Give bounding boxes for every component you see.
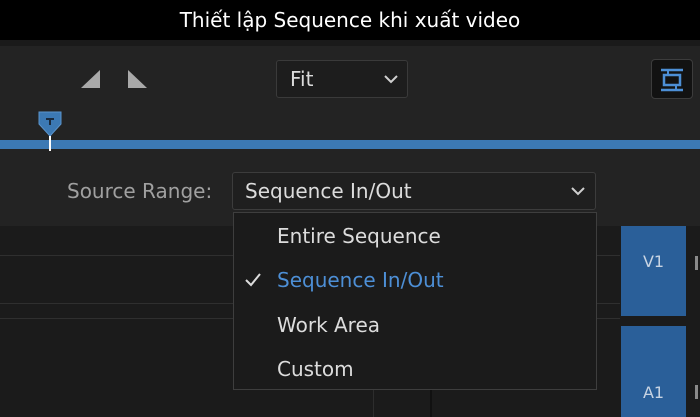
panel-divider — [0, 40, 700, 46]
chevron-down-icon — [571, 187, 585, 196]
track-marker — [695, 385, 698, 399]
track-v1[interactable] — [621, 226, 686, 316]
track-marker — [695, 256, 698, 270]
mark-in-triangle-icon[interactable] — [81, 70, 100, 88]
export-frame-icon — [661, 68, 683, 92]
source-range-value: Sequence In/Out — [245, 179, 412, 203]
track-a1[interactable] — [621, 326, 686, 417]
source-range-dropdown-menu: Entire Sequence Sequence In/Out Work Are… — [233, 212, 597, 390]
menu-item-work-area[interactable]: Work Area — [234, 303, 596, 347]
source-range-select[interactable]: Sequence In/Out — [232, 172, 596, 210]
caption-title: Thiết lập Sequence khi xuất video — [0, 0, 700, 40]
checkmark-icon — [245, 273, 261, 287]
menu-item-entire-sequence[interactable]: Entire Sequence — [234, 214, 596, 258]
playhead-marker-icon[interactable] — [37, 110, 63, 152]
track-v1-label: V1 — [642, 252, 665, 271]
menu-item-label: Sequence In/Out — [277, 268, 444, 292]
source-range-label: Source Range: — [67, 179, 213, 203]
menu-item-custom[interactable]: Custom — [234, 347, 596, 391]
menu-item-sequence-in-out[interactable]: Sequence In/Out — [234, 258, 596, 302]
zoom-select-value: Fit — [290, 67, 314, 91]
timeline-range-bar[interactable] — [0, 140, 700, 149]
track-a1-label: A1 — [642, 383, 665, 402]
zoom-select[interactable]: Fit — [276, 60, 408, 98]
export-frame-button[interactable] — [651, 59, 693, 99]
mark-out-triangle-icon[interactable] — [128, 70, 147, 88]
chevron-down-icon — [384, 75, 398, 84]
